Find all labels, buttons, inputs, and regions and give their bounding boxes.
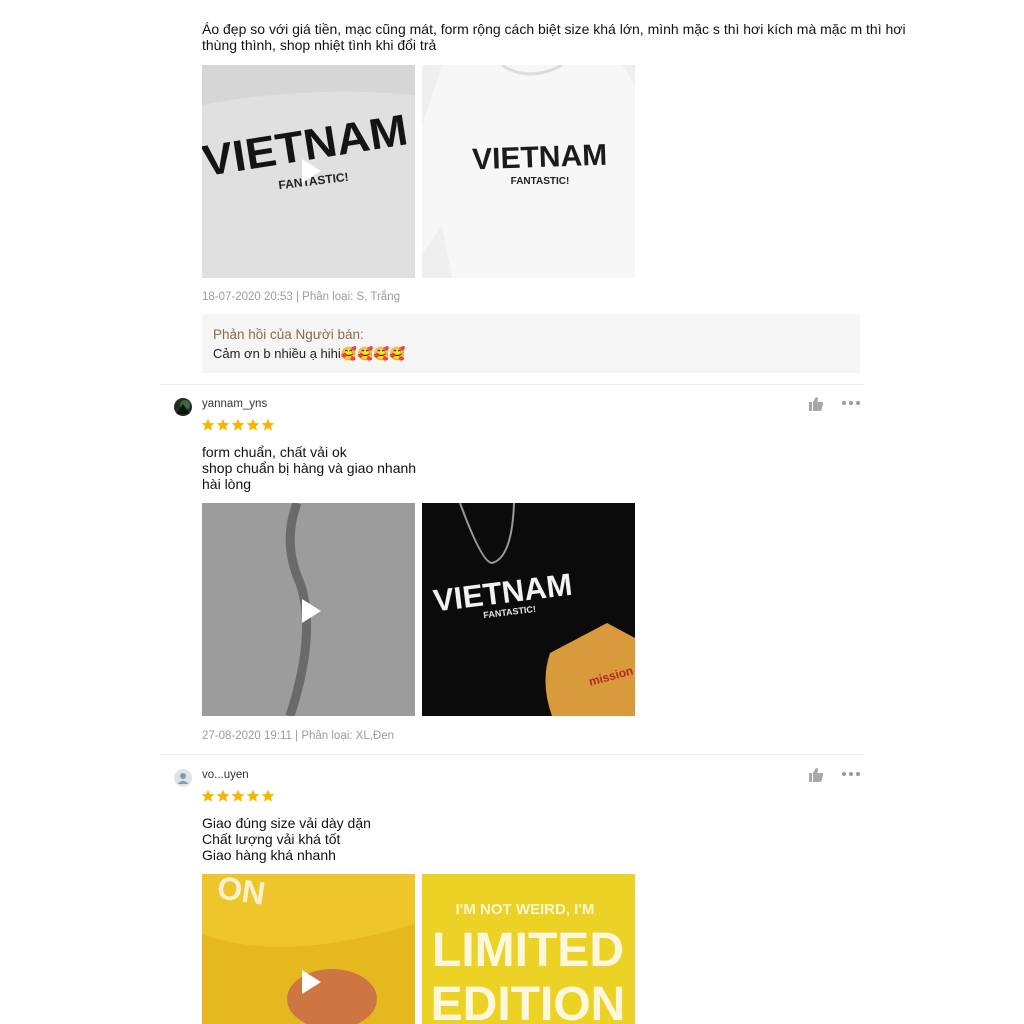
avatar[interactable] [174, 398, 192, 416]
review-image-thumbnail[interactable]: VIETNAM FANTASTIC! mission [422, 503, 635, 716]
shirt-photo: VIETNAM FANTASTIC! mission [422, 503, 635, 716]
review-meta: 18-07-2020 20:53 | Phân loại: S, Trắng [202, 291, 400, 303]
shirt-big-text-1: LIMITED [432, 924, 624, 977]
reviewer-username[interactable]: yannam_yns [202, 398, 267, 410]
star-icon [231, 418, 245, 432]
seller-reply-body: Cảm ơn b nhiều ạ hihi🥰🥰🥰🥰 [213, 346, 406, 361]
shirt-print-text: ON [215, 874, 268, 912]
review-video-thumbnail[interactable] [202, 503, 415, 716]
review-divider [160, 384, 864, 385]
review-meta: 27-08-2020 19:11 | Phân loại: XL,Đen [202, 730, 395, 742]
more-dots-icon[interactable] [842, 399, 860, 407]
star-rating [201, 418, 275, 432]
shirt-big-text-2: EDITION [431, 978, 626, 1024]
review-text: Áo đẹp so với giá tiền, mạc cũng mát, fo… [202, 21, 906, 53]
star-rating [201, 789, 275, 803]
shirt-photo: VIETNAM FANTASTIC! [422, 65, 635, 278]
review-image-thumbnail[interactable]: VIETNAM FANTASTIC! [422, 65, 635, 278]
seller-reply-title: Phản hồi của Người bán: [213, 327, 364, 342]
shirt-photo: ON [202, 874, 415, 1024]
review-text: Giao đúng size vải dày dặn Chất lượng vả… [202, 815, 371, 863]
seller-reply: Phản hồi của Người bán: Cảm ơn b nhiều ạ… [202, 314, 860, 373]
review-image-thumbnail[interactable]: I'M NOT WEIRD, I'M LIMITED EDITION [422, 874, 635, 1024]
review-video-thumbnail[interactable]: VIETNAM FANTASTIC! [202, 65, 415, 278]
review-text: form chuẩn, chất vải ok shop chuẩn bị hà… [202, 444, 417, 492]
star-icon [231, 789, 245, 803]
star-icon [216, 418, 230, 432]
avatar[interactable] [174, 769, 192, 787]
shirt-photo [202, 503, 415, 716]
star-icon [261, 789, 275, 803]
star-icon [246, 418, 260, 432]
shirt-photo: I'M NOT WEIRD, I'M LIMITED EDITION [422, 874, 635, 1024]
shirt-photo: VIETNAM FANTASTIC! [202, 65, 415, 278]
more-dots-icon[interactable] [842, 770, 860, 778]
star-icon [261, 418, 275, 432]
review-divider [160, 754, 864, 755]
star-icon [246, 789, 260, 803]
star-icon [216, 789, 230, 803]
shirt-sub-text: FANTASTIC! [511, 176, 570, 187]
review-video-thumbnail[interactable]: ON [202, 874, 415, 1024]
shirt-print-text: VIETNAM [472, 139, 608, 177]
thumbs-up-icon[interactable] [808, 396, 824, 412]
star-icon [201, 418, 215, 432]
star-icon [201, 789, 215, 803]
shirt-print-text: I'M NOT WEIRD, I'M [456, 901, 595, 918]
reviewer-username[interactable]: vo...uyen [202, 769, 249, 781]
thumbs-up-icon[interactable] [808, 767, 824, 783]
